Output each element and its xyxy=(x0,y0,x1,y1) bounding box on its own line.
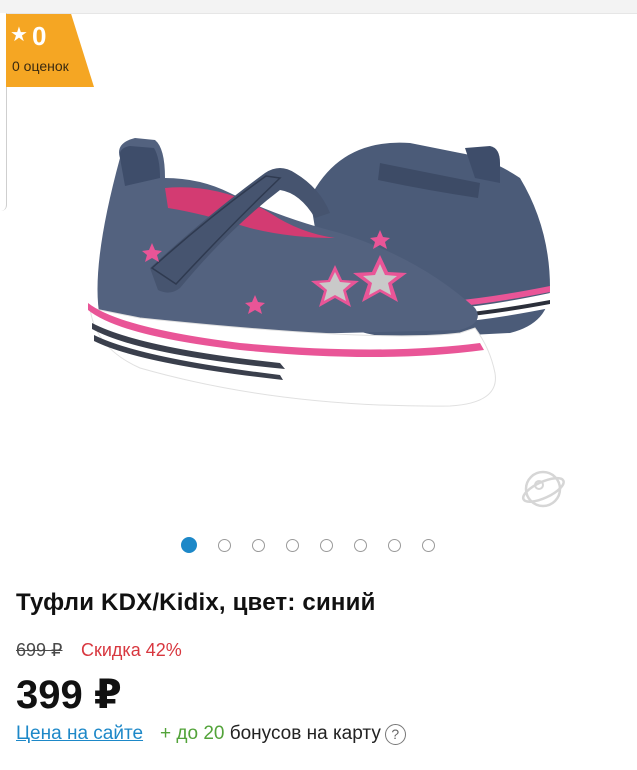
gallery-dot-1[interactable] xyxy=(181,537,197,553)
gallery-dot-6[interactable] xyxy=(354,538,367,552)
gallery-dot-7[interactable] xyxy=(388,538,401,552)
rating-badge[interactable]: ★ 0 0 оценок xyxy=(6,14,94,87)
old-price: 699 ₽ xyxy=(16,640,63,660)
rating-value: 0 xyxy=(32,21,47,51)
bonus-info: + до 20 бонусов на карту ? xyxy=(160,723,406,745)
gallery-dot-2[interactable] xyxy=(218,538,231,552)
bonus-text: бонусов на карту xyxy=(229,723,381,744)
shoe-image[interactable] xyxy=(80,118,560,418)
help-icon[interactable]: ? xyxy=(384,723,406,745)
gallery-pagination xyxy=(181,536,435,554)
gallery-dot-4[interactable] xyxy=(286,538,299,552)
product-title: Туфли KDX/Kidix, цвет: синий xyxy=(16,589,376,616)
star-icon: ★ xyxy=(10,24,28,46)
site-price-link[interactable]: Цена на сайте xyxy=(16,723,143,745)
top-strip xyxy=(0,0,637,14)
gallery-dot-3[interactable] xyxy=(252,538,265,552)
gallery-dot-8[interactable] xyxy=(422,538,435,552)
discount-label: Скидка 42% xyxy=(81,640,182,660)
current-price: 399 ₽ xyxy=(16,673,122,717)
bonus-number: 20 xyxy=(203,723,225,744)
previous-card-edge[interactable] xyxy=(0,13,7,211)
rating-count: 0 оценок xyxy=(12,58,69,74)
bonus-prefix: + до xyxy=(160,723,199,744)
planet-logo-icon xyxy=(521,470,565,508)
gallery-dot-5[interactable] xyxy=(320,538,333,552)
